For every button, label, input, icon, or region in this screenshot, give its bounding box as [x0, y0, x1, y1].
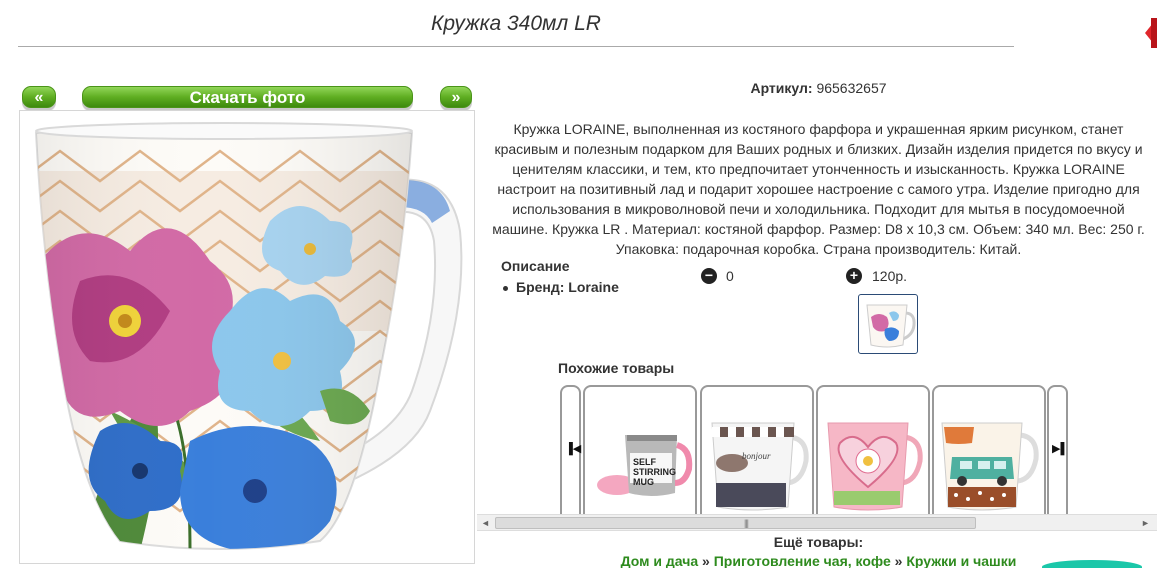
article-label: Артикул: — [750, 80, 813, 96]
breadcrumb-link-mugs-cups[interactable]: Кружки и чашки — [906, 553, 1016, 568]
breadcrumb-link-tea-coffee[interactable]: Приготовление чая, кофе — [714, 553, 891, 568]
bullet-icon — [503, 285, 508, 291]
carousel-prev-button[interactable]: ▐◀ — [560, 385, 581, 515]
scroll-left-icon[interactable]: ◄ — [481, 518, 490, 528]
article-value: 965632657 — [816, 80, 887, 96]
more-products-title: Ещё товары: — [773, 534, 864, 550]
carousel-next-button[interactable]: ▶▌ — [1047, 385, 1068, 515]
similar-item[interactable] — [932, 385, 1046, 515]
spec-brand-text: Бренд: Loraine — [516, 279, 619, 295]
thumbnail-mug-icon — [866, 304, 916, 348]
minus-icon[interactable]: − — [701, 268, 717, 284]
bonjour-label: bonjour — [742, 451, 771, 461]
similar-products-title: Похожие товары — [558, 360, 675, 376]
similar-item[interactable] — [816, 385, 930, 515]
mug-illustration — [34, 122, 463, 550]
article-line: Артикул: 965632657 — [480, 80, 1157, 96]
similar-item[interactable]: bonjour — [700, 385, 814, 515]
retro-car-mug-image — [941, 422, 1039, 511]
minus-value: 0 — [726, 268, 734, 284]
similar-item[interactable]: SELF STIRRING MUG — [583, 385, 697, 515]
breadcrumb-separator: » — [894, 553, 903, 568]
skip-back-icon: ▐◀ — [565, 443, 582, 455]
scrollbar-thumb[interactable]: ||| — [495, 517, 976, 529]
scroll-right-icon[interactable]: ► — [1141, 518, 1150, 528]
self-stirring-mug-image: SELF STIRRING MUG — [597, 435, 693, 496]
product-main-photo[interactable] — [19, 110, 475, 564]
prev-photo-button[interactable]: « — [22, 86, 56, 108]
specs-heading: Описание — [501, 258, 570, 274]
scrollbar-grip: ||| — [744, 518, 749, 528]
plus-icon[interactable]: + — [846, 268, 862, 284]
corner-ribbon-icon[interactable] — [1143, 18, 1157, 48]
page-title: Кружка 340мл LR — [18, 12, 1014, 47]
bonjour-mug-image: bonjour — [711, 422, 809, 511]
heart-mug-image — [827, 422, 923, 511]
product-description: Кружка LORAINE, выполненная из костяного… — [492, 121, 1145, 257]
price-value: 120р. — [872, 268, 908, 284]
download-photo-button[interactable]: Скачать фото — [82, 86, 413, 108]
breadcrumb-separator: » — [702, 553, 710, 568]
skip-forward-icon: ▶▌ — [1052, 443, 1069, 455]
floating-widget-tab[interactable] — [1042, 560, 1142, 568]
horizontal-scrollbar[interactable]: ◄ ||| ► — [477, 514, 1157, 531]
spec-brand: Бренд: Loraine — [503, 279, 619, 295]
product-thumbnail[interactable] — [858, 294, 918, 354]
next-photo-button[interactable]: » — [440, 86, 472, 108]
breadcrumb-link-home-garden[interactable]: Дом и дача — [621, 553, 699, 568]
